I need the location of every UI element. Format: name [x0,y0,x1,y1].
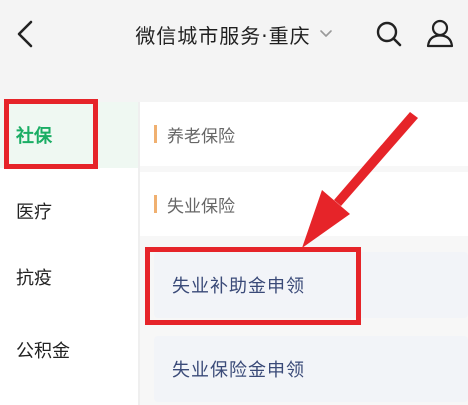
sidebar-item-epidemic[interactable]: 抗疫 [0,244,138,310]
header-bar: 微信城市服务·重庆 [0,0,468,72]
page-title[interactable]: 微信城市服务·重庆 [135,20,310,49]
chevron-down-icon[interactable] [319,29,333,39]
highlight-box-card [145,247,361,325]
sidebar-item-housing-fund[interactable]: 公积金 [0,317,138,383]
highlight-box-sidebar [4,99,98,169]
sidebar-item-medical[interactable]: 医疗 [0,178,138,244]
section-title: 养老保险 [167,126,235,147]
section-title: 失业保险 [167,196,235,217]
back-button[interactable] [8,14,44,54]
service-card-label: 失业保险金申领 [172,360,305,381]
section-accent-bar [154,195,157,213]
header-band [0,72,468,102]
service-card-unemployment-benefit[interactable]: 失业保险金申领 [154,336,468,402]
user-icon [426,19,454,48]
user-button[interactable] [422,14,458,52]
section-pension[interactable]: 养老保险 [140,102,468,166]
sidebar-item-label: 抗疫 [16,268,52,289]
chevron-left-icon [17,20,33,48]
section-unemployment[interactable]: 失业保险 [140,172,468,236]
search-icon [376,21,402,47]
sidebar-item-label: 公积金 [16,341,70,362]
app-root: 微信城市服务·重庆 社保 医疗 抗疫 公积金 养老保险 失业保险 失业补助金申领… [0,0,468,405]
search-button[interactable] [372,16,406,52]
section-accent-bar [154,125,157,143]
sidebar-item-label: 医疗 [16,202,52,223]
